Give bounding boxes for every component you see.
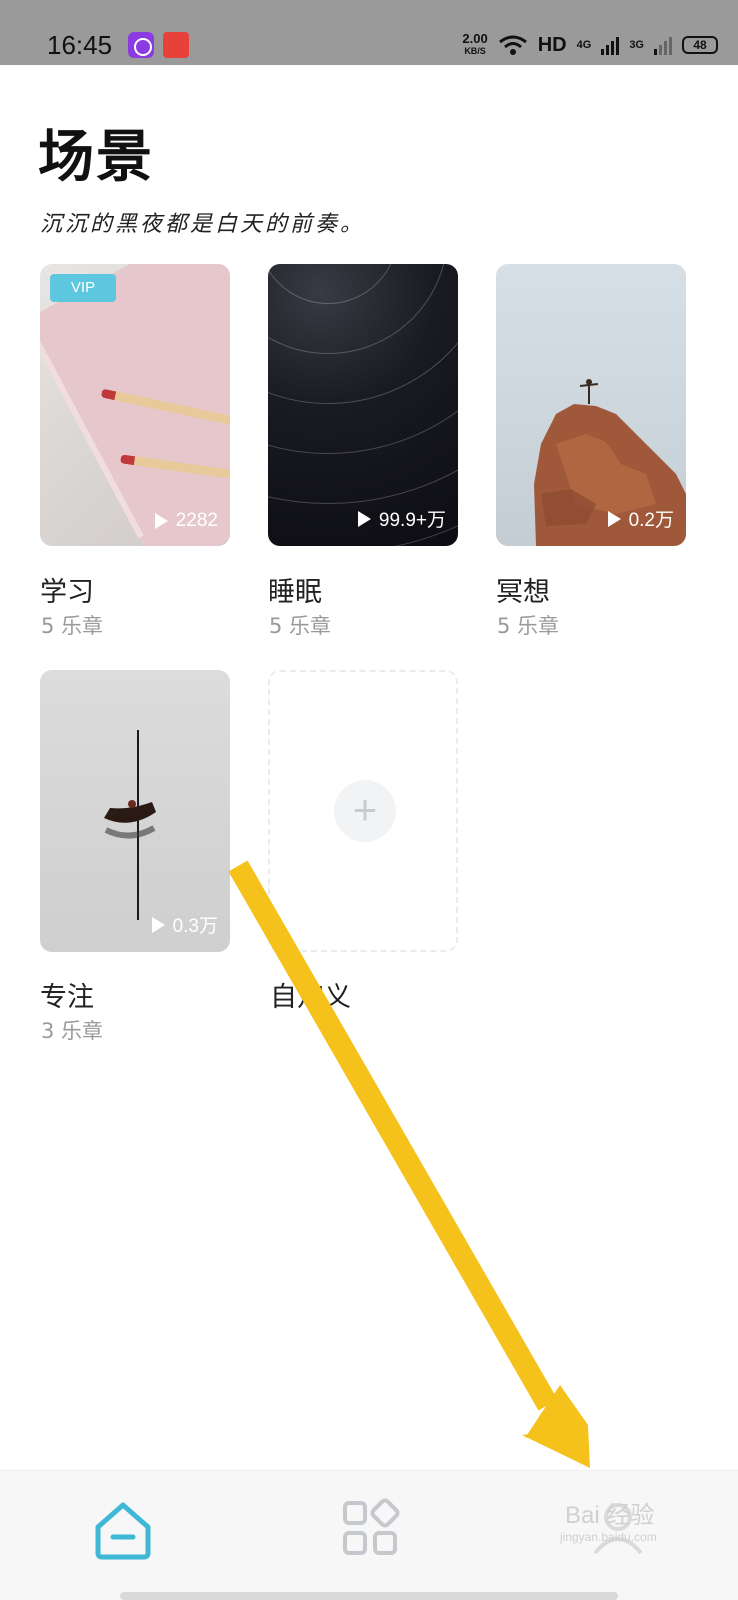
scene-card-sleep[interactable]: 99.9+万	[268, 264, 458, 546]
play-count-value: 0.2万	[628, 510, 674, 531]
scene-name[interactable]: 冥想	[496, 570, 550, 609]
scene-chapters: 5 乐章	[41, 614, 104, 638]
watermark: Bai 经验	[565, 1502, 655, 1529]
play-count: 0.3万	[151, 911, 218, 938]
play-icon	[151, 916, 165, 933]
scene-card-study[interactable]: VIP 2282	[40, 264, 230, 546]
page-subtitle: 沉沉的黑夜都是白天的前奏。	[40, 212, 366, 237]
scene-chapters: 5 乐章	[269, 614, 332, 638]
status-time: 16:45	[47, 30, 113, 60]
scene-name[interactable]: 自定义	[270, 975, 351, 1014]
network-type-1: 4G	[576, 39, 592, 51]
signal-bars-2-icon	[654, 35, 672, 55]
play-icon	[357, 510, 371, 527]
home-indicator[interactable]	[120, 1592, 618, 1600]
status-indicators: 2.00 KB/S HD 4G 3G 48	[462, 30, 718, 60]
scene-name[interactable]: 学习	[40, 570, 94, 609]
boat-image	[104, 730, 156, 920]
add-icon[interactable]: +	[334, 780, 396, 842]
scene-card-custom[interactable]: +	[268, 670, 458, 952]
video-app-icon	[163, 32, 189, 58]
messenger-app-icon	[128, 32, 154, 58]
watermark-url: jingyan.baidu.com	[560, 1530, 657, 1544]
scene-chapters: 5 乐章	[497, 614, 560, 638]
grid-icon	[343, 1498, 400, 1555]
page-title: 场景	[38, 125, 154, 190]
scene-name[interactable]: 睡眠	[268, 570, 322, 609]
signal-bars-1-icon	[601, 35, 620, 55]
scene-card-focus[interactable]: 0.3万	[40, 670, 230, 952]
hd-label: HD	[537, 33, 567, 56]
vip-badge: VIP	[50, 274, 116, 302]
play-count-value: 0.3万	[172, 916, 218, 937]
network-speed-unit: KB/S	[464, 46, 486, 56]
play-icon	[154, 513, 168, 529]
wifi-icon	[498, 35, 527, 55]
scene-name[interactable]: 专注	[40, 975, 94, 1014]
play-count-value: 2282	[175, 510, 218, 531]
home-icon	[95, 1502, 151, 1560]
play-count: 99.9+万	[357, 505, 446, 532]
play-count-value: 99.9+万	[378, 510, 446, 531]
play-count: 0.2万	[607, 505, 674, 532]
network-speed-value: 2.00	[462, 31, 488, 46]
rock-figure-image	[534, 379, 686, 546]
play-count: 2282	[154, 510, 218, 532]
nav-grid[interactable]	[335, 1495, 405, 1565]
status-bar: 16:45 2.00 KB/S HD 4G 3G 48	[0, 0, 738, 65]
battery-indicator: 48	[682, 36, 718, 54]
play-icon	[607, 510, 621, 527]
nav-home[interactable]	[88, 1495, 158, 1565]
star-trail-image	[268, 264, 458, 546]
scene-card-meditate[interactable]: 0.2万	[496, 264, 686, 546]
network-type-2: 3G	[629, 39, 644, 51]
scene-chapters: 3 乐章	[41, 1019, 104, 1043]
network-speed: 2.00 KB/S	[462, 31, 488, 57]
